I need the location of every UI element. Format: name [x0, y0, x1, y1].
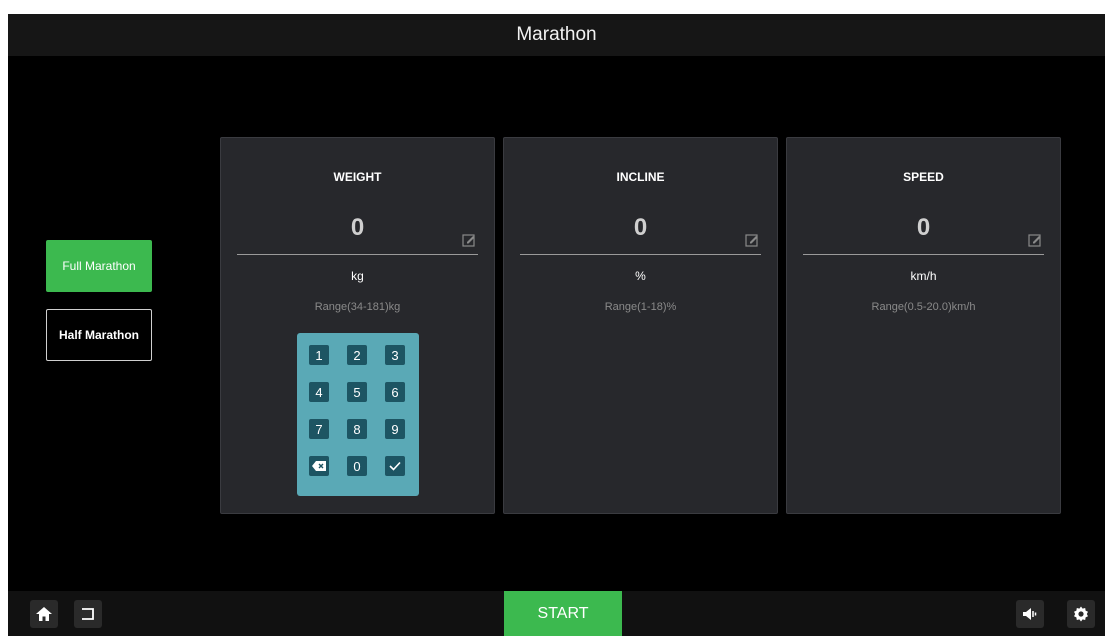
weight-title: WEIGHT — [333, 170, 382, 184]
numeric-keypad: 1 2 3 4 5 6 7 8 9 0 — [297, 333, 419, 496]
weight-value[interactable]: 0 — [221, 214, 494, 242]
full-marathon-label: Full Marathon — [62, 259, 136, 273]
incline-panel: INCLINE 0 % Range(1-18)% — [503, 137, 778, 514]
incline-value[interactable]: 0 — [504, 214, 777, 242]
full-marathon-button[interactable]: Full Marathon — [46, 240, 152, 292]
speed-title: SPEED — [903, 170, 944, 184]
key-4[interactable]: 4 — [309, 382, 329, 402]
start-label: START — [537, 604, 589, 622]
volume-icon — [1023, 608, 1037, 620]
edit-icon[interactable] — [462, 233, 476, 247]
bottom-bar: START — [8, 591, 1105, 636]
backspace-key[interactable] — [309, 456, 329, 476]
key-6[interactable]: 6 — [385, 382, 405, 402]
back-icon — [82, 608, 94, 620]
key-7[interactable]: 7 — [309, 419, 329, 439]
weight-unit: kg — [351, 269, 364, 283]
speed-panel: SPEED 0 km/h Range(0.5-20.0)km/h — [786, 137, 1061, 514]
key-5[interactable]: 5 — [347, 382, 367, 402]
home-button[interactable] — [30, 600, 58, 628]
incline-unit: % — [635, 269, 646, 283]
speed-underline — [803, 254, 1044, 255]
home-icon — [36, 607, 52, 621]
half-marathon-label: Half Marathon — [58, 328, 139, 342]
key-8[interactable]: 8 — [347, 419, 367, 439]
app-screen: Marathon Full Marathon Half Marathon WEI… — [8, 14, 1105, 636]
page-title: Marathon — [516, 24, 597, 45]
key-1[interactable]: 1 — [309, 345, 329, 365]
settings-icon — [1074, 606, 1088, 622]
incline-underline — [520, 254, 761, 255]
backspace-icon — [312, 461, 326, 471]
key-9[interactable]: 9 — [385, 419, 405, 439]
settings-button[interactable] — [1067, 600, 1095, 628]
start-button[interactable]: START — [504, 591, 622, 636]
incline-range: Range(1-18)% — [604, 301, 677, 313]
title-bar: Marathon — [8, 14, 1105, 56]
weight-underline — [237, 254, 478, 255]
weight-panel: WEIGHT 0 kg Range(34-181)kg 1 2 3 4 5 6 … — [220, 137, 495, 514]
half-marathon-button[interactable]: Half Marathon — [46, 309, 152, 361]
confirm-key[interactable] — [385, 456, 405, 476]
weight-range: Range(34-181)kg — [314, 301, 401, 313]
speed-value[interactable]: 0 — [787, 214, 1060, 242]
key-3[interactable]: 3 — [385, 345, 405, 365]
incline-title: INCLINE — [616, 170, 665, 184]
back-button[interactable] — [74, 600, 102, 628]
checkmark-icon — [389, 461, 401, 471]
key-2[interactable]: 2 — [347, 345, 367, 365]
speed-range: Range(0.5-20.0)km/h — [871, 301, 976, 313]
volume-button[interactable] — [1016, 600, 1044, 628]
edit-icon[interactable] — [1028, 233, 1042, 247]
speed-unit: km/h — [910, 269, 937, 283]
edit-icon[interactable] — [745, 233, 759, 247]
key-0[interactable]: 0 — [347, 456, 367, 476]
